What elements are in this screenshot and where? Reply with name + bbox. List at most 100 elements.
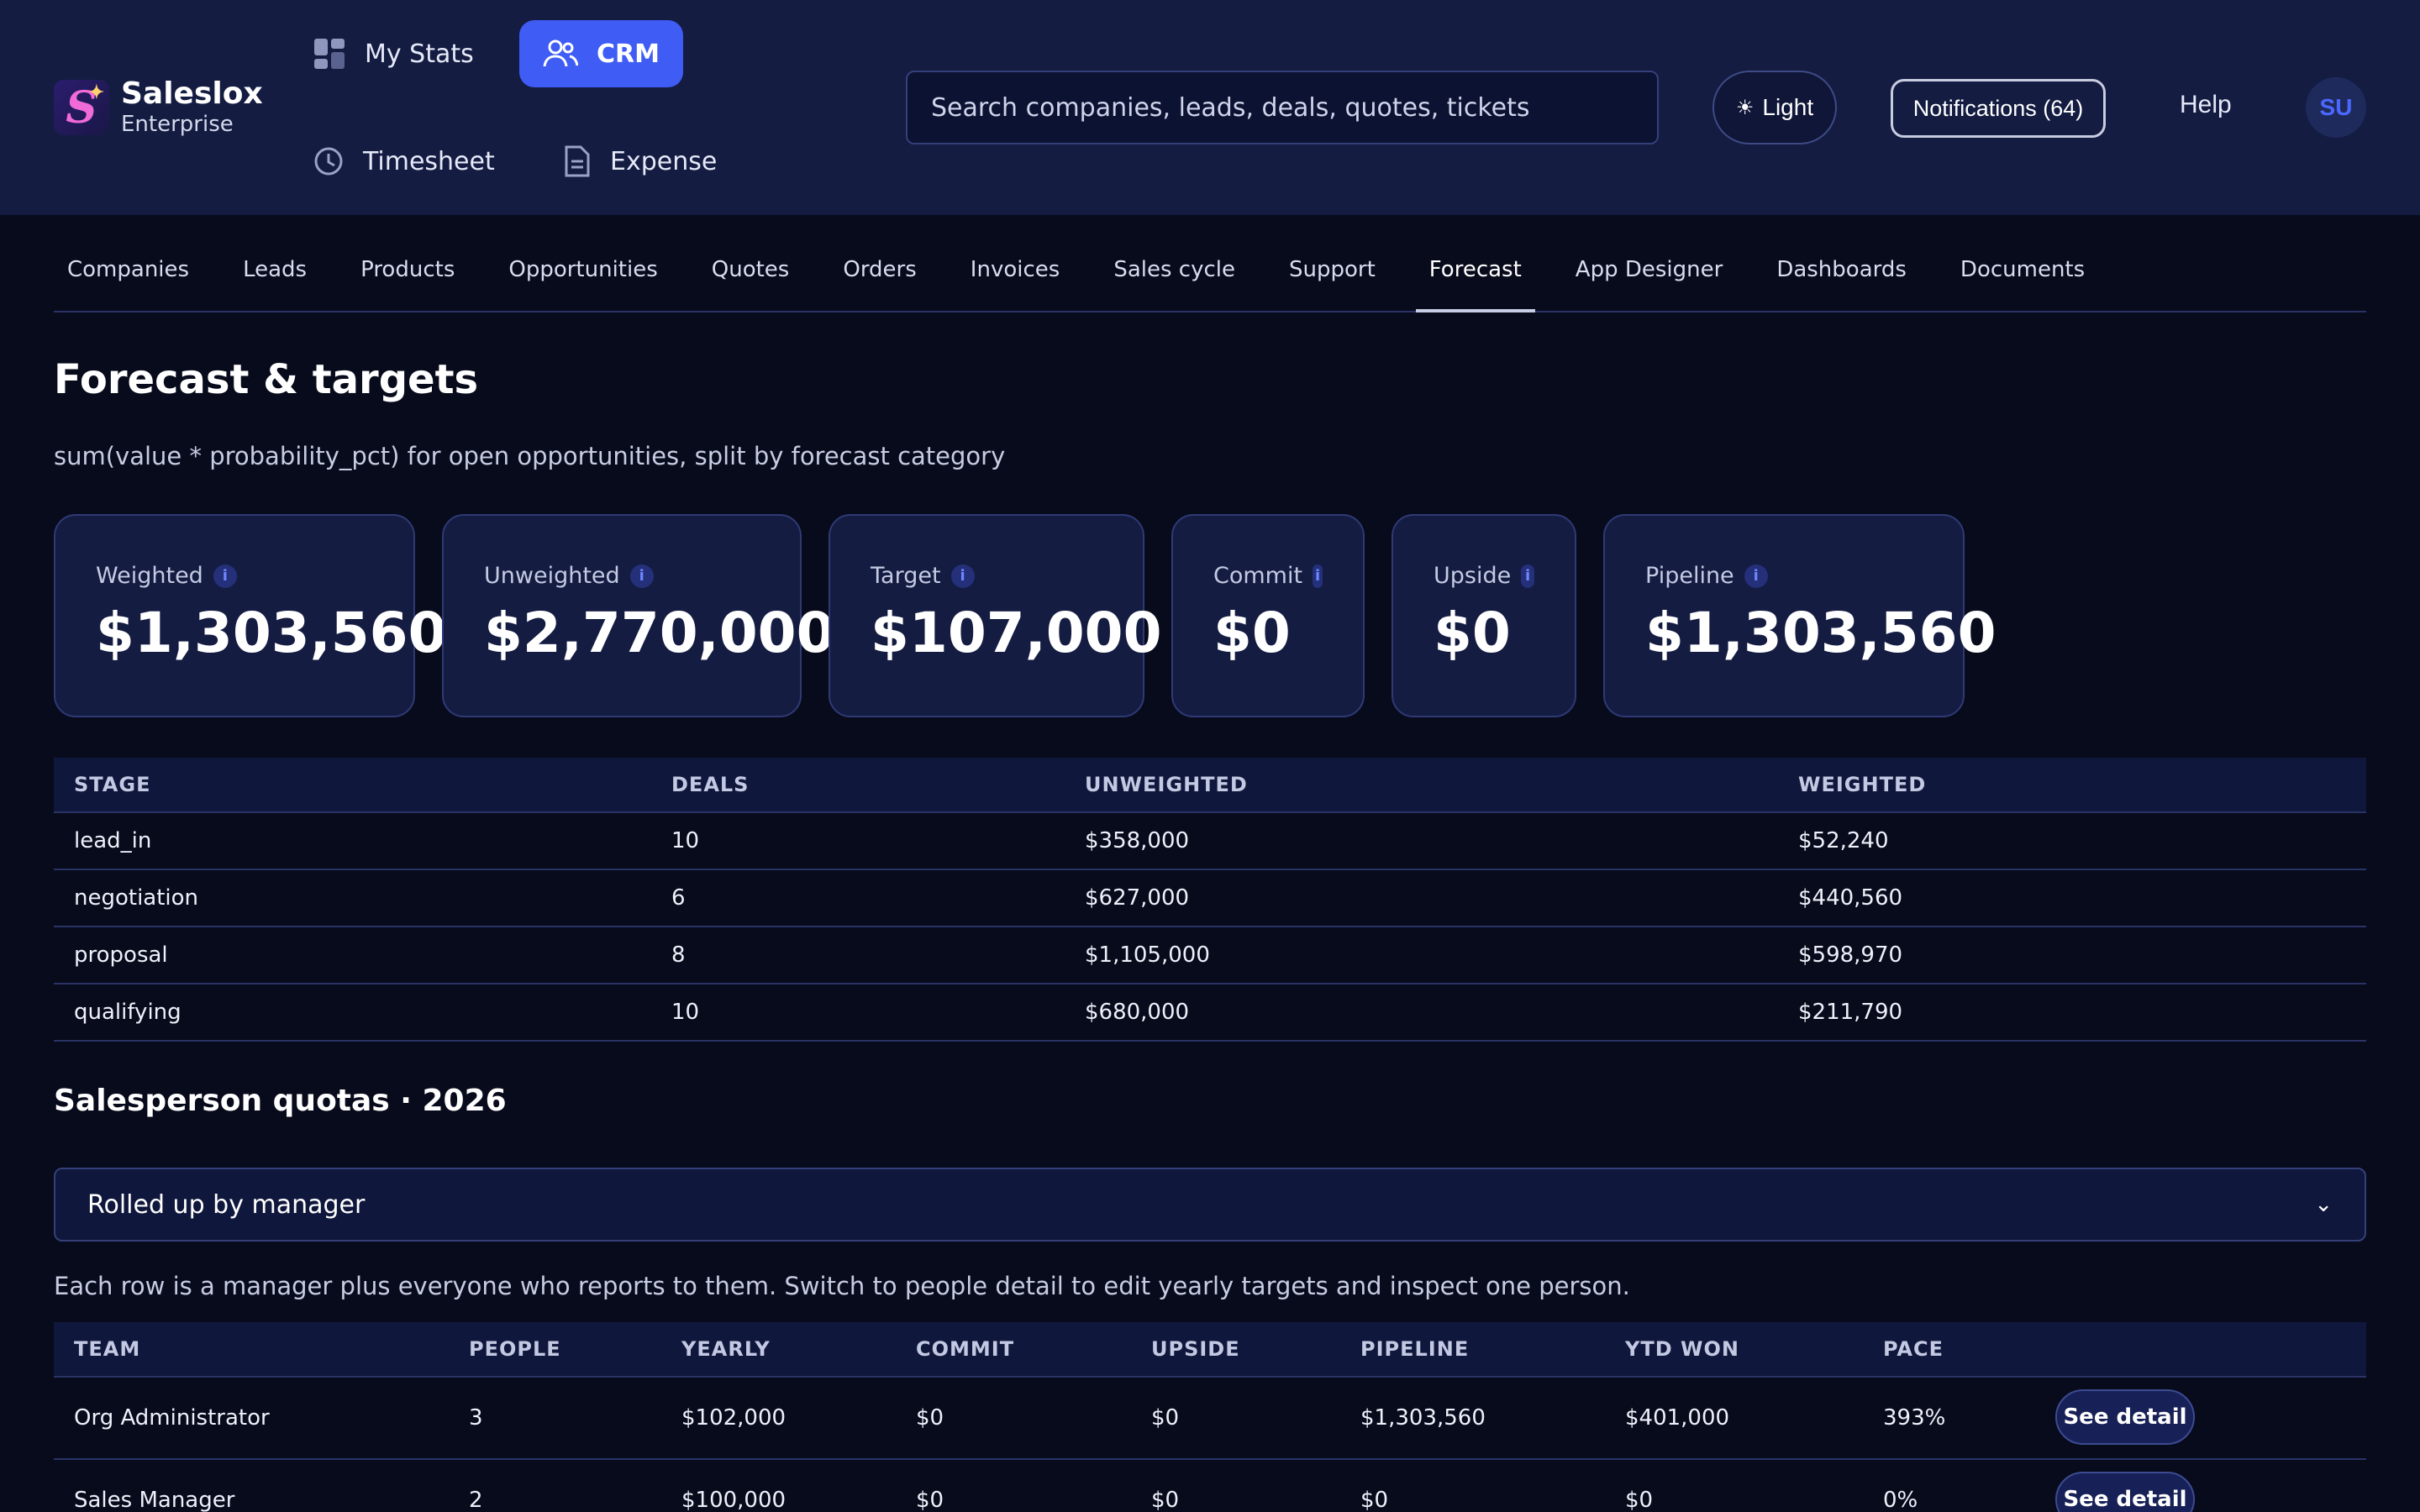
pace-cell: 393%	[1883, 1405, 1946, 1431]
upside-cell: $0	[1151, 1488, 1180, 1512]
ytd-won-cell: $401,000	[1625, 1405, 1730, 1431]
metric-label: Weighted	[96, 563, 203, 589]
column-header[interactable]: DEALS	[671, 773, 749, 796]
column-header[interactable]: PIPELINE	[1360, 1337, 1469, 1361]
unweighted-cell: $358,000	[1085, 828, 1190, 853]
metric-card-unweighted: Unweighted i $2,770,000	[442, 514, 835, 717]
table-row[interactable]: negotiation 6 $627,000 $440,560	[54, 870, 2366, 927]
tab-leads[interactable]: Leads	[229, 257, 320, 312]
table-row: Org Administrator 3 $102,000 $0 $0 $1,30…	[54, 1378, 2366, 1460]
metric-value: $2,770,000	[484, 601, 835, 665]
metric-value: $107,000	[871, 601, 1162, 665]
column-header[interactable]: YTD WON	[1625, 1337, 1739, 1361]
metric-card-target: Target i $107,000	[829, 514, 1162, 717]
deals-cell: 10	[671, 828, 700, 853]
app-nav-expense[interactable]: Expense	[539, 128, 740, 195]
metric-label: Unweighted	[484, 563, 620, 589]
tab-forecast[interactable]: Forecast	[1415, 257, 1535, 312]
metric-card-commit: Commit i $0	[1171, 514, 1365, 717]
app-nav-expense-label: Expense	[610, 146, 718, 176]
deals-cell: 10	[671, 1000, 700, 1025]
column-header[interactable]: PEOPLE	[469, 1337, 561, 1361]
theme-toggle-label: Light	[1762, 94, 1814, 120]
chevron-down-icon: ⌄	[2314, 1192, 2333, 1217]
tab-orders[interactable]: Orders	[829, 257, 929, 312]
unweighted-cell: $680,000	[1085, 1000, 1190, 1025]
app-nav-timesheet[interactable]: Timesheet	[289, 128, 518, 195]
stage-cell: proposal	[74, 942, 168, 968]
deals-cell: 6	[671, 885, 686, 911]
quotas-section-title: Salesperson quotas · 2026	[54, 1084, 507, 1118]
metric-value: $0	[1213, 601, 1291, 665]
brand-logo: S ✦	[54, 80, 109, 135]
column-header[interactable]: COMMIT	[916, 1337, 1014, 1361]
brand[interactable]: S ✦ Saleslox Enterprise	[54, 77, 263, 138]
metric-value: $1,303,560	[1645, 601, 1996, 665]
column-header[interactable]: WEIGHTED	[1798, 773, 1926, 796]
module-tabs: Companies Leads Products Opportunities Q…	[54, 257, 2366, 312]
tab-products[interactable]: Products	[347, 257, 468, 312]
quota-view-select[interactable]: Rolled up by manager ⌄	[54, 1168, 2366, 1242]
tab-companies[interactable]: Companies	[54, 257, 203, 312]
team-cell: Sales Manager	[74, 1488, 235, 1512]
see-detail-button[interactable]: See detail	[2055, 1472, 2195, 1512]
info-icon[interactable]: i	[1521, 564, 1534, 588]
metric-label: Commit	[1213, 563, 1303, 589]
tab-opportunities[interactable]: Opportunities	[495, 257, 671, 312]
page-title: Forecast & targets	[54, 356, 479, 403]
top-header: S ✦ Saleslox Enterprise My Stats CRM Tim…	[0, 0, 2420, 215]
weighted-cell: $598,970	[1798, 942, 1903, 968]
metric-card-weighted: Weighted i $1,303,560	[54, 514, 447, 717]
app-nav-my-stats[interactable]: My Stats	[289, 20, 497, 87]
column-header[interactable]: STAGE	[74, 773, 150, 796]
metric-card-upside: Upside i $0	[1392, 514, 1576, 717]
info-icon[interactable]: i	[1744, 564, 1768, 588]
metric-label: Target	[871, 563, 941, 589]
tab-documents[interactable]: Documents	[1947, 257, 2098, 312]
avatar[interactable]: SU	[2306, 77, 2366, 138]
quota-view-selected: Rolled up by manager	[87, 1189, 366, 1220]
info-icon[interactable]: i	[950, 564, 975, 588]
column-header[interactable]: YEARLY	[681, 1337, 771, 1361]
tab-quotes[interactable]: Quotes	[698, 257, 803, 312]
notifications-button[interactable]: Notifications (64)	[1891, 79, 2106, 138]
unweighted-cell: $627,000	[1085, 885, 1190, 911]
help-link[interactable]: Help	[2180, 91, 2232, 119]
team-cell: Org Administrator	[74, 1405, 270, 1431]
column-header[interactable]: PACE	[1883, 1337, 1944, 1361]
info-icon[interactable]: i	[213, 564, 237, 588]
column-header[interactable]: UNWEIGHTED	[1085, 773, 1248, 796]
search-input[interactable]: Search companies, leads, deals, quotes, …	[906, 71, 1659, 144]
sparkle-icon: ✦	[88, 81, 104, 103]
clock-icon	[314, 147, 343, 176]
table-header: TEAM PEOPLE YEARLY COMMIT UPSIDE PIPELIN…	[54, 1322, 2366, 1378]
info-icon[interactable]: i	[1313, 564, 1323, 588]
pace-cell: 0%	[1883, 1488, 1918, 1512]
tab-invoices[interactable]: Invoices	[957, 257, 1074, 312]
tab-sales-cycle[interactable]: Sales cycle	[1100, 257, 1249, 312]
app-nav-crm[interactable]: CRM	[519, 20, 683, 87]
table-row[interactable]: qualifying 10 $680,000 $211,790	[54, 984, 2366, 1042]
ytd-won-cell: $0	[1625, 1488, 1654, 1512]
metric-label: Upside	[1434, 563, 1512, 589]
info-icon[interactable]: i	[629, 564, 654, 588]
column-header[interactable]: TEAM	[74, 1337, 140, 1361]
dashboard-grid-icon	[314, 39, 345, 69]
tab-dashboards[interactable]: Dashboards	[1763, 257, 1920, 312]
pipeline-cell: $1,303,560	[1360, 1405, 1486, 1431]
see-detail-button[interactable]: See detail	[2055, 1389, 2195, 1445]
quota-helper-text: Each row is a manager plus everyone who …	[54, 1272, 1630, 1300]
commit-cell: $0	[916, 1405, 944, 1431]
tab-app-designer[interactable]: App Designer	[1562, 257, 1737, 312]
table-row[interactable]: lead_in 10 $358,000 $52,240	[54, 813, 2366, 870]
metric-value: $0	[1434, 601, 1511, 665]
page-subtitle: sum(value * probability_pct) for open op…	[54, 442, 1006, 470]
tab-support[interactable]: Support	[1276, 257, 1389, 312]
sun-icon: ☀	[1735, 96, 1754, 119]
yearly-cell: $102,000	[681, 1405, 786, 1431]
brand-name: Saleslox	[121, 76, 263, 111]
theme-toggle-button[interactable]: ☀ Light	[1712, 71, 1837, 144]
column-header[interactable]: UPSIDE	[1151, 1337, 1240, 1361]
upside-cell: $0	[1151, 1405, 1180, 1431]
table-row[interactable]: proposal 8 $1,105,000 $598,970	[54, 927, 2366, 984]
